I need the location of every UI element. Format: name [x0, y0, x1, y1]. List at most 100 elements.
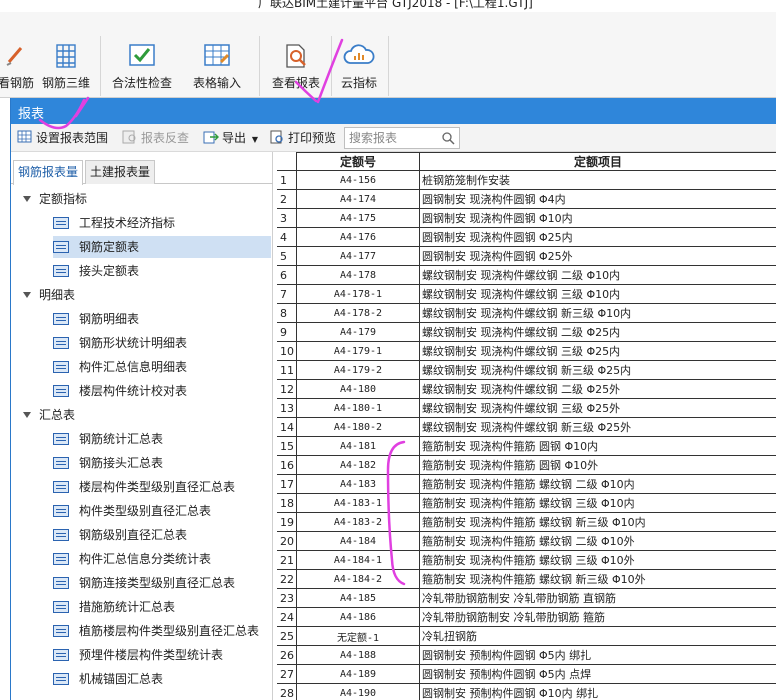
quota-item-cell: 冷轧带肋钢筋制安 冷轧带肋钢筋 箍筋 [419, 607, 776, 627]
quota-code-cell: A4-156 [296, 170, 420, 190]
table-row[interactable]: 26 A4-188 圆钢制安 预制构件圆钢 Φ5内 绑扎 [277, 645, 776, 665]
app-title-bar: 广联达BIM土建计量平台 GTJ2018 - [F:\工程1.GTJ] [0, 0, 776, 12]
report-icon [53, 577, 69, 589]
tree-item-report[interactable]: 钢筋明细表 [53, 308, 271, 330]
table-row[interactable]: 1 A4-156 桩钢筋笼制作安装 [277, 170, 776, 190]
tree-item-report[interactable]: 接头定额表 [53, 260, 271, 282]
quota-item-cell: 螺纹钢制安 现浇构件螺纹钢 三级 Φ25外 [419, 398, 776, 418]
report-icon [53, 385, 69, 397]
grid-settings-icon [17, 130, 33, 144]
expand-arrow-icon[interactable] [23, 292, 31, 298]
view-rebar-button[interactable]: 看钢筋 [0, 38, 36, 96]
column-header-quota-code[interactable]: 定额号 [296, 152, 420, 171]
expand-arrow-icon[interactable] [23, 412, 31, 418]
tree-item-report[interactable]: 构件汇总信息明细表 [53, 356, 271, 378]
quota-item-cell: 螺纹钢制安 现浇构件螺纹钢 三级 Φ10内 [419, 284, 776, 304]
expand-arrow-icon[interactable] [23, 196, 31, 202]
tree-group[interactable]: 定额指标 [23, 188, 263, 210]
row-number: 15 [277, 436, 297, 456]
table-row[interactable]: 19 A4-183-2 箍筋制安 现浇构件箍筋 螺纹钢 新三级 Φ10内 [277, 512, 776, 532]
table-row[interactable]: 7 A4-178-1 螺纹钢制安 现浇构件螺纹钢 三级 Φ10内 [277, 284, 776, 304]
tree-item-report[interactable]: 钢筋级别直径汇总表 [53, 524, 271, 546]
table-row[interactable]: 5 A4-177 圆钢制安 现浇构件圆钢 Φ25外 [277, 246, 776, 266]
tree-item-report[interactable]: 楼层构件类型级别直径汇总表 [53, 476, 271, 498]
tree-item-report[interactable]: 措施筋统计汇总表 [53, 596, 271, 618]
table-row[interactable]: 23 A4-185 冷轧带肋钢筋制安 冷轧带肋钢筋 直钢筋 [277, 588, 776, 608]
report-icon [53, 505, 69, 517]
export-dropdown[interactable]: 导出 ▼ [203, 128, 258, 148]
row-number: 22 [277, 569, 297, 589]
report-icon [53, 217, 69, 229]
tree-item-report[interactable]: 钢筋连接类型级别直径汇总表 [53, 572, 271, 594]
table-row[interactable]: 20 A4-184 箍筋制安 现浇构件箍筋 螺纹钢 二级 Φ10外 [277, 531, 776, 551]
table-input-button[interactable]: 表格输入 [188, 38, 246, 96]
row-number: 20 [277, 531, 297, 551]
table-row[interactable]: 15 A4-181 箍筋制安 现浇构件箍筋 圆钢 Φ10内 [277, 436, 776, 456]
table-row[interactable]: 27 A4-189 圆钢制安 预制构件圆钢 Φ5内 点焊 [277, 664, 776, 684]
tree-item-report[interactable]: 机械锚固汇总表 [53, 668, 271, 690]
report-icon [53, 649, 69, 661]
tab-rebar-report[interactable]: 钢筋报表量 [13, 160, 84, 185]
report-search-input[interactable] [345, 128, 437, 148]
quota-code-cell: A4-175 [296, 208, 420, 228]
quota-code-cell: A4-189 [296, 664, 420, 684]
search-icon[interactable] [441, 131, 455, 145]
table-row[interactable]: 11 A4-179-2 螺纹钢制安 现浇构件螺纹钢 新三级 Φ25内 [277, 360, 776, 380]
tree-item-report[interactable]: 钢筋接头汇总表 [53, 452, 271, 474]
tree-item-report[interactable]: 钢筋形状统计明细表 [53, 332, 271, 354]
report-search-box[interactable] [344, 127, 460, 149]
tree-group[interactable]: 明细表 [23, 284, 263, 306]
tree-item-report[interactable]: 预埋件楼层构件类型统计表 [53, 644, 271, 666]
dialog-title-bar[interactable]: 报表 [11, 98, 776, 124]
table-row[interactable]: 18 A4-183-1 箍筋制安 现浇构件箍筋 螺纹钢 三级 Φ10内 [277, 493, 776, 513]
table-row[interactable]: 12 A4-180 螺纹钢制安 现浇构件螺纹钢 二级 Φ25外 [277, 379, 776, 399]
quota-code-cell: A4-179-2 [296, 360, 420, 380]
table-row[interactable]: 16 A4-182 箍筋制安 现浇构件箍筋 圆钢 Φ10外 [277, 455, 776, 475]
table-row[interactable]: 14 A4-180-2 螺纹钢制安 现浇构件螺纹钢 新三级 Φ25外 [277, 417, 776, 437]
view-report-button[interactable]: 查看报表 [266, 38, 326, 96]
table-row[interactable]: 25 无定额-1 冷轧扭钢筋 [277, 626, 776, 646]
report-tree-panel: 钢筋报表量 土建报表量 定额指标 工程技术经济指标 钢筋定额表 接头定额表 明细表 钢筋明… [11, 152, 273, 700]
quota-code-cell: A4-174 [296, 189, 420, 209]
table-row[interactable]: 22 A4-184-2 箍筋制安 现浇构件箍筋 螺纹钢 新三级 Φ10外 [277, 569, 776, 589]
legality-check-button[interactable]: 合法性检查 [108, 38, 176, 96]
table-row[interactable]: 2 A4-174 圆钢制安 现浇构件圆钢 Φ4内 [277, 189, 776, 209]
table-row[interactable]: 17 A4-183 箍筋制安 现浇构件箍筋 螺纹钢 二级 Φ10内 [277, 474, 776, 494]
tree-item-label: 构件汇总信息明细表 [79, 360, 188, 374]
tree-item-report[interactable]: 楼层构件统计校对表 [53, 380, 271, 402]
tree-item-report[interactable]: 构件类型级别直径汇总表 [53, 500, 271, 522]
quota-item-cell: 圆钢制安 现浇构件圆钢 Φ25内 [419, 227, 776, 247]
row-number: 24 [277, 607, 297, 627]
rebar-3d-button[interactable]: 钢筋三维 [40, 38, 92, 96]
tree-item-report[interactable]: 植筋楼层构件类型级别直径汇总表 [53, 620, 271, 642]
quota-code-cell: A4-184-2 [296, 569, 420, 589]
report-reverse-button[interactable]: 报表反查 [122, 128, 189, 148]
cloud-index-button[interactable]: 云指标 [334, 38, 384, 96]
chevron-down-icon: ▼ [251, 135, 258, 144]
table-row[interactable]: 21 A4-184-1 箍筋制安 现浇构件箍筋 螺纹钢 三级 Φ10外 [277, 550, 776, 570]
tree-item-report[interactable]: 构件汇总信息分类统计表 [53, 548, 271, 570]
tab-civil-report[interactable]: 土建报表量 [85, 160, 156, 184]
print-preview-button[interactable]: 打印预览 [269, 128, 336, 148]
table-row[interactable]: 4 A4-176 圆钢制安 现浇构件圆钢 Φ25内 [277, 227, 776, 247]
tree-item-label: 钢筋级别直径汇总表 [79, 528, 188, 542]
table-row[interactable]: 9 A4-179 螺纹钢制安 现浇构件螺纹钢 二级 Φ25内 [277, 322, 776, 342]
tree-item-report[interactable]: 钢筋统计汇总表 [53, 428, 271, 450]
tree-item-report[interactable]: 钢筋定额表 [53, 236, 271, 258]
table-row[interactable]: 28 A4-190 圆钢制安 预制构件圆钢 Φ10内 绑扎 [277, 683, 776, 700]
row-number-header [277, 152, 297, 171]
table-row[interactable]: 3 A4-175 圆钢制安 现浇构件圆钢 Φ10内 [277, 208, 776, 228]
column-header-quota-item[interactable]: 定额项目 [419, 152, 776, 171]
row-number: 14 [277, 417, 297, 437]
table-row[interactable]: 13 A4-180-1 螺纹钢制安 现浇构件螺纹钢 三级 Φ25外 [277, 398, 776, 418]
tree-item-label: 植筋楼层构件类型级别直径汇总表 [79, 624, 260, 638]
table-row[interactable]: 8 A4-178-2 螺纹钢制安 现浇构件螺纹钢 新三级 Φ10内 [277, 303, 776, 323]
table-row[interactable]: 10 A4-179-1 螺纹钢制安 现浇构件螺纹钢 三级 Φ25内 [277, 341, 776, 361]
tree-item-report[interactable]: 工程技术经济指标 [53, 212, 271, 234]
table-row[interactable]: 6 A4-178 螺纹钢制安 现浇构件螺纹钢 二级 Φ10内 [277, 265, 776, 285]
set-report-range-button[interactable]: 设置报表范围 [17, 128, 108, 148]
reverse-search-icon [122, 130, 138, 144]
tree-group[interactable]: 汇总表 [23, 404, 263, 426]
table-row[interactable]: 24 A4-186 冷轧带肋钢筋制安 冷轧带肋钢筋 箍筋 [277, 607, 776, 627]
report-icon [53, 433, 69, 445]
